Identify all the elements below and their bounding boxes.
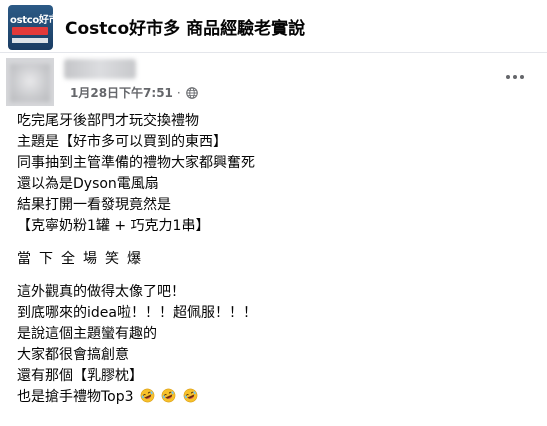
group-avatar[interactable]: ostco好市 [8,5,53,50]
post-line: 吃完尾牙後部門才玩交換禮物 [17,113,199,129]
author-avatar-blurred [10,64,50,102]
post-line-emphasis: 當下全場笑爆 [17,251,149,267]
post-gap [17,237,527,249]
rolling-on-floor-laughing-icon [183,388,198,403]
group-name-link[interactable]: Costco好市多 商品經驗老實說 [65,14,305,39]
author-name-redacted[interactable] [64,59,136,79]
meta-separator: · [176,85,181,100]
post-line-last-text: 也是搶手禮物Top3 [17,389,134,405]
post-line: 還以為是Dyson電風扇 [17,176,159,192]
post-line: 是說這個主題蠻有趣的 [17,326,157,342]
post-line: 同事抽到主管準備的禮物大家都興奮死 [17,155,255,171]
post-line: 大家都很會搞創意 [17,347,129,363]
more-options-icon [506,75,524,79]
post-line: 【克寧奶粉1罐 + 巧克力1串】 [17,218,210,234]
group-avatar-stripe-light [12,38,48,43]
globe-icon[interactable] [185,86,198,99]
more-options-button[interactable] [501,67,529,87]
group-header: ostco好市 Costco好市多 商品經驗老實說 [0,0,547,53]
post-line-last: 也是搶手禮物Top3 [17,387,527,408]
author-avatar[interactable] [6,58,54,106]
group-avatar-text: ostco好市 [10,15,53,26]
post-line: 這外觀真的做得太像了吧！ [17,284,185,300]
group-avatar-stripe [12,27,48,35]
post-body: 吃完尾牙後部門才玩交換禮物 主題是【好市多可以買到的東西】 同事抽到主管準備的禮… [17,111,527,408]
post-line: 結果打開一看發現竟然是 [17,197,171,213]
post-line: 主題是【好市多可以買到的東西】 [17,134,227,150]
post-timestamp-link[interactable]: 1月28日下午7:51 [70,84,173,101]
post-header: 1月28日下午7:51 · [0,55,547,110]
post-meta: 1月28日下午7:51 · [70,84,198,101]
rolling-on-floor-laughing-icon [162,388,176,403]
rolling-on-floor-laughing-icon [140,388,155,403]
post-gap [17,270,527,282]
post-line: 到底哪來的idea啦！！！超佩服！！！ [17,305,257,321]
post-line: 還有那個【乳膠枕】 [17,368,143,384]
